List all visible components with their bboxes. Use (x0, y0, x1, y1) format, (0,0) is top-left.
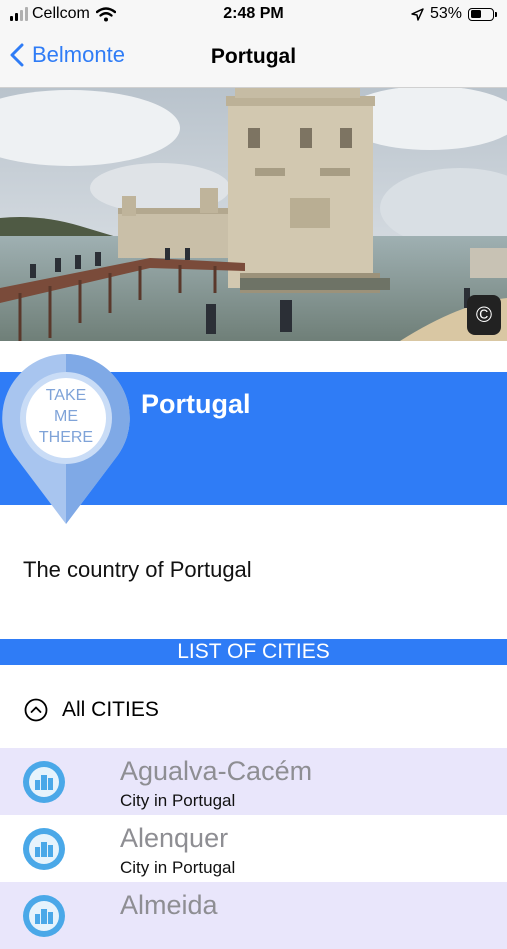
city-list-item[interactable]: Agualva-Cacém City in Portugal (0, 748, 507, 815)
status-bar: Cellcom 2:48 PM 53% (0, 0, 507, 32)
city-subtitle: City in Portugal (120, 791, 236, 810)
country-title: Portugal (141, 389, 251, 419)
pin-text-line1: TAKE (46, 387, 87, 404)
location-arrow-icon (411, 7, 424, 21)
copyright-button[interactable]: © (467, 295, 501, 335)
cities-section-header: LIST OF CITIES (0, 639, 507, 665)
city-subtitle: City in Portugal (120, 858, 236, 877)
pin-text-line3: THERE (39, 429, 93, 446)
navigation-bar: Belmonte Portugal (0, 32, 507, 88)
battery-percent: 53% (429, 5, 462, 22)
page-title: Portugal (210, 45, 297, 68)
hero-photo: © (0, 88, 507, 341)
city-buildings-icon (23, 895, 65, 937)
city-buildings-icon (23, 761, 65, 803)
city-buildings-icon (23, 828, 65, 870)
status-right: 53% (411, 5, 497, 23)
city-name: Alenquer (120, 823, 229, 853)
tower-photo-illustration (0, 88, 507, 341)
country-description: The country of Portugal (23, 557, 252, 582)
cities-filter-label: All CITIES (62, 698, 159, 721)
city-name: Almeida (120, 890, 218, 920)
take-me-there-button[interactable]: TAKE ME THERE (0, 352, 132, 532)
chevron-up-circle-icon (24, 698, 48, 722)
cities-filter-toggle[interactable]: All CITIES (24, 698, 159, 722)
pin-text-line2: ME (54, 408, 78, 425)
city-list-item[interactable]: Almeida (0, 882, 507, 949)
battery-icon (468, 7, 494, 21)
map-pin-icon: TAKE ME THERE (2, 354, 130, 524)
copyright-icon: © (475, 302, 493, 327)
city-list-item[interactable]: Alenquer City in Portugal (0, 815, 507, 882)
city-name: Agualva-Cacém (120, 756, 313, 786)
